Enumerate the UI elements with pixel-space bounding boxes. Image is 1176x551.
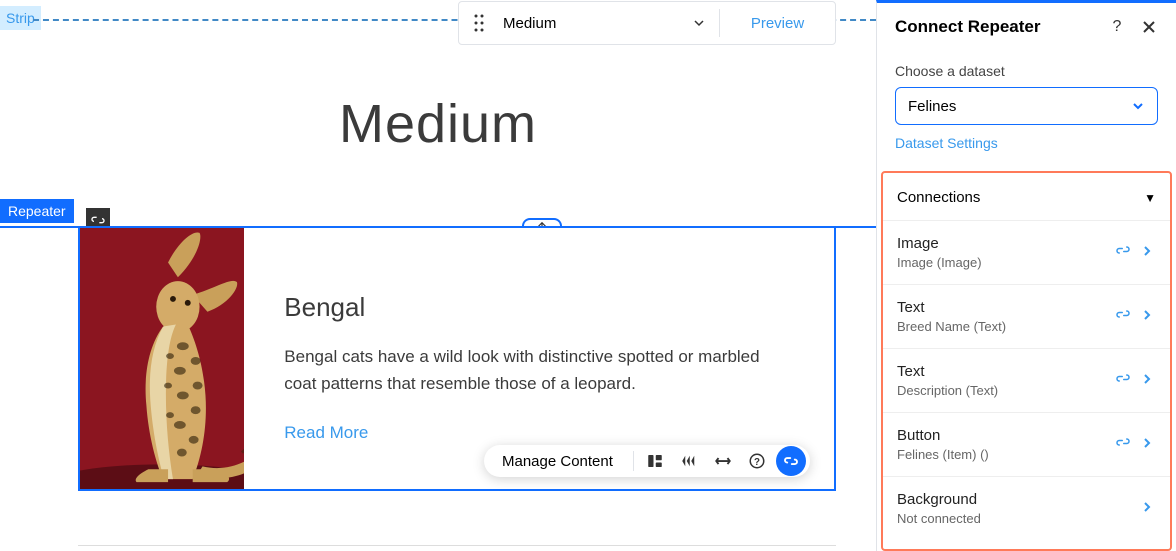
item-description[interactable]: Bengal cats have a wild look with distin… (284, 343, 794, 397)
strip-label[interactable]: Strip (0, 6, 41, 30)
connection-name: Button (897, 427, 1114, 444)
item-image[interactable] (80, 228, 244, 489)
chevron-down-icon (1131, 99, 1145, 113)
connection-name: Text (897, 299, 1114, 316)
connection-sub: Not connected (897, 511, 1142, 526)
svg-text:?: ? (754, 457, 760, 468)
manage-content-button[interactable]: Manage Content (486, 453, 629, 470)
item-title[interactable]: Bengal (284, 292, 794, 323)
chevron-right-icon (1142, 500, 1156, 518)
connection-sub: Breed Name (Text) (897, 319, 1114, 334)
repeater-label[interactable]: Repeater (0, 199, 74, 223)
breakpoint-toolbar: Medium Preview (458, 1, 836, 45)
chevron-right-icon (1142, 244, 1156, 262)
connections-header[interactable]: Connections ▼ (883, 173, 1170, 220)
stretch-icon[interactable] (708, 446, 738, 476)
connection-sub: Felines (Item) () (897, 447, 1114, 462)
chevron-right-icon (1142, 436, 1156, 454)
caret-down-icon: ▼ (1144, 191, 1156, 205)
dataset-value: Felines (908, 98, 1131, 115)
element-toolbar: Manage Content ? (484, 445, 810, 477)
breakpoint-name[interactable]: Medium (499, 15, 679, 32)
help-icon[interactable]: ? (742, 446, 772, 476)
connection-row[interactable]: Button Felines (Item) () (883, 412, 1170, 476)
item-divider (78, 545, 836, 546)
connection-name: Text (897, 363, 1114, 380)
connection-row[interactable]: Background Not connected (883, 476, 1170, 540)
connection-name: Image (897, 235, 1114, 252)
connections-header-label: Connections (897, 189, 980, 206)
close-icon[interactable] (1140, 18, 1158, 36)
page-title: Medium (0, 93, 876, 155)
connection-sub: Image (Image) (897, 255, 1114, 270)
chevron-right-icon (1142, 372, 1156, 390)
connection-name: Background (897, 491, 1142, 508)
connection-row[interactable]: Text Breed Name (Text) (883, 284, 1170, 348)
help-icon[interactable]: ? (1108, 18, 1126, 36)
connect-repeater-panel: Connect Repeater ? Choose a dataset Feli… (876, 0, 1176, 551)
link-icon (1114, 435, 1132, 454)
dataset-settings-link[interactable]: Dataset Settings (895, 135, 998, 151)
connections-frame: Connections ▼ Image Image (Image) Text Bree… (881, 171, 1172, 551)
layout-icon[interactable] (640, 446, 670, 476)
dataset-select[interactable]: Felines (895, 87, 1158, 125)
connection-sub: Description (Text) (897, 383, 1114, 398)
drag-handle-icon[interactable] (459, 14, 499, 32)
connection-row[interactable]: Text Description (Text) (883, 348, 1170, 412)
chevron-right-icon (1142, 308, 1156, 326)
link-icon (1114, 371, 1132, 390)
link-icon (1114, 243, 1132, 262)
animations-icon[interactable] (674, 446, 704, 476)
connection-row[interactable]: Image Image (Image) (883, 220, 1170, 284)
panel-title: Connect Repeater (895, 17, 1040, 37)
divider (633, 451, 634, 471)
link-icon (1114, 307, 1132, 326)
breakpoint-chevron-icon[interactable] (679, 16, 719, 30)
choose-dataset-label: Choose a dataset (895, 63, 1158, 79)
read-more-link[interactable]: Read More (284, 423, 368, 443)
preview-button[interactable]: Preview (720, 15, 835, 32)
connect-data-icon[interactable] (776, 446, 806, 476)
